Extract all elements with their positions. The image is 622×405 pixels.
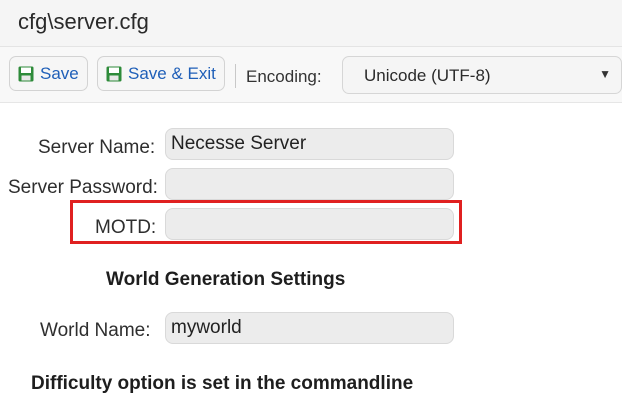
encoding-label: Encoding: (246, 67, 322, 86)
server-name-label: Server Name: (38, 137, 156, 158)
title-bar: cfg\server.cfg (0, 0, 622, 47)
world-name-label: World Name: (40, 320, 151, 341)
difficulty-note: Difficulty option is set in the commandl… (31, 373, 414, 394)
save-button[interactable]: Save (9, 56, 88, 91)
motd-input[interactable] (165, 208, 454, 240)
encoding-selected-value: Unicode (UTF-8) (364, 66, 491, 85)
world-name-input[interactable] (165, 312, 454, 344)
window-title: cfg\server.cfg (18, 9, 149, 34)
save-button-label: Save (40, 63, 79, 83)
server-name-input[interactable] (165, 128, 454, 160)
save-and-exit-button-label: Save & Exit (128, 63, 216, 83)
world-generation-heading: World Generation Settings (106, 269, 346, 290)
motd-label: MOTD: (95, 217, 157, 238)
server-password-input[interactable] (165, 168, 454, 200)
floppy-disk-icon (18, 66, 34, 82)
toolbar-divider (235, 64, 236, 88)
encoding-select[interactable]: Unicode (UTF-8) ▼ (342, 56, 622, 94)
save-and-exit-button[interactable]: Save & Exit (97, 56, 225, 91)
floppy-disk-icon (106, 66, 122, 82)
server-password-label: Server Password: (8, 177, 158, 198)
dropdown-arrow-icon: ▼ (599, 67, 611, 81)
